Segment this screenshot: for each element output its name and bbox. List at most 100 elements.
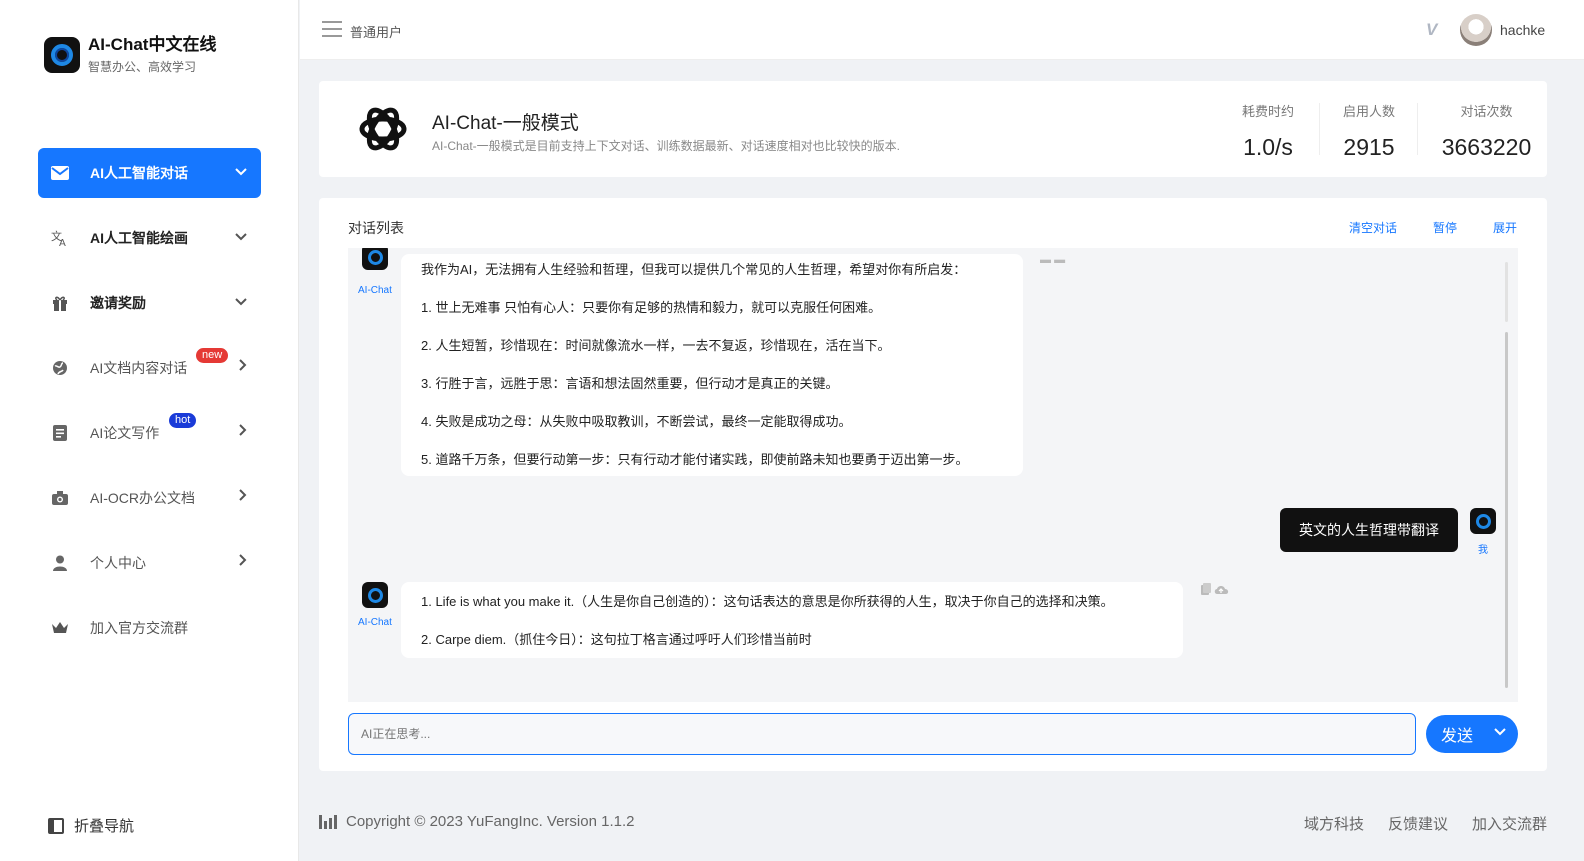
copy-icon[interactable] <box>1201 583 1211 595</box>
chevron-right-icon <box>239 359 247 374</box>
bot-avatar-icon <box>362 582 388 608</box>
model-card: AI-Chat-一般模式 AI-Chat-一般模式是目前支持上下文对话、训练数据… <box>319 81 1547 177</box>
chevron-down-icon <box>235 164 247 179</box>
message-line: 2. 人生短暂，珍惜现在：时间就像流水一样，一去不复返，珍惜现在，活在当下。 <box>421 338 891 353</box>
model-title: AI-Chat-一般模式 <box>432 113 579 134</box>
chat-messages-area[interactable]: AI-Chat 我作为AI，无法拥有人生经验和哲理，但我可以提供几个常见的人生哲… <box>348 248 1518 702</box>
sidebar-item-ai-chat[interactable]: AI人工智能对话 <box>38 148 261 198</box>
brand-logo-icon <box>44 36 80 73</box>
user-type-label: 普通用户 <box>350 25 403 40</box>
sidebar-item-doc-chat[interactable]: AI文档内容对话 new <box>38 343 261 393</box>
pause-button[interactable]: 暂停 <box>1433 219 1457 236</box>
message-line: 3. 行胜于言，远胜于思：言语和想法固然重要，但行动才是真正的关键。 <box>421 376 839 391</box>
top-header: 普通用户 V hachke <box>300 0 1584 60</box>
chevron-down-icon <box>235 294 247 309</box>
crown-icon <box>50 618 70 638</box>
chevron-down-icon[interactable] <box>1494 725 1506 739</box>
bot-message-bubble: 1. Life is what you make it.（人生是你自己创造的）：… <box>401 582 1183 658</box>
bar-chart-icon <box>319 814 337 829</box>
brand-title: AI-Chat中文在线 <box>88 35 217 54</box>
sidebar-item-ocr[interactable]: AI-OCR办公文档 <box>38 473 261 523</box>
sidebar-item-profile[interactable]: 个人中心 <box>38 538 261 588</box>
sidebar-item-label: AI-OCR办公文档 <box>90 490 195 506</box>
mail-icon <box>50 163 70 183</box>
stat-value: 3663220 <box>1441 134 1532 160</box>
bot-name: AI-Chat <box>358 285 392 296</box>
stat-cost: 耗费时约 1.0/s <box>1233 101 1303 161</box>
chevron-right-icon <box>239 424 247 439</box>
stat-divider <box>1319 103 1320 155</box>
bot-message-bubble: 我作为AI，无法拥有人生经验和哲理，但我可以提供几个常见的人生哲理，希望对你有所… <box>401 254 1023 476</box>
scrollbar-track <box>1505 262 1508 322</box>
chat-input[interactable] <box>348 713 1416 755</box>
message-line: 1. 世上无难事 只怕有心人：只要你有足够的热情和毅力，就可以克服任何困难。 <box>421 300 882 315</box>
sidebar-item-label: 邀请奖励 <box>90 295 146 311</box>
sidebar-item-label: 个人中心 <box>90 555 146 571</box>
send-button-label: 发送 <box>1441 728 1474 745</box>
chat-list-title: 对话列表 <box>348 220 404 236</box>
brand-subtitle: 智慧办公、高效学习 <box>88 60 197 74</box>
chevron-right-icon <box>239 489 247 504</box>
message-line: 1. Life is what you make it.（人生是你自己创造的）：… <box>421 594 1114 609</box>
footer-links: 域方科技 反馈建议 加入交流群 <box>1304 813 1547 834</box>
footer-link-join-group[interactable]: 加入交流群 <box>1472 813 1547 834</box>
hot-badge: hot <box>169 413 197 428</box>
message-line: 2. Carpe diem.（抓住今日）：这句拉丁格言通过呼吁人们珍惜当前时 <box>421 632 812 647</box>
stat-value: 1.0/s <box>1243 134 1293 160</box>
camera-icon <box>50 488 70 508</box>
cloud-upload-icon[interactable] <box>1214 586 1229 594</box>
user-avatar-icon <box>1470 508 1496 534</box>
user-message-bubble: 英文的人生哲理带翻译 <box>1280 508 1458 552</box>
sidebar-item-invite[interactable]: 邀请奖励 <box>38 278 261 328</box>
chat-actions: 清空对话 暂停 展开 <box>1349 219 1517 236</box>
person-icon <box>50 553 70 573</box>
sidebar: AI-Chat中文在线 智慧办公、高效学习 AI人工智能对话 文A AI人工智能… <box>0 0 299 861</box>
stat-divider <box>1417 103 1418 155</box>
message-tools: ▬ ▬ <box>1040 254 1065 266</box>
footer-link-feedback[interactable]: 反馈建议 <box>1388 813 1448 834</box>
sidebar-item-join-group[interactable]: 加入官方交流群 <box>38 603 261 653</box>
send-button[interactable]: 发送 <box>1426 715 1518 753</box>
vip-icon[interactable]: V <box>1426 20 1437 40</box>
stat-value: 2915 <box>1343 134 1395 160</box>
footer-link-company[interactable]: 域方科技 <box>1304 813 1364 834</box>
chat-input-row: 发送 <box>348 713 1518 755</box>
scrollbar-thumb[interactable] <box>1505 332 1508 688</box>
stat-label: 启用人数 <box>1342 104 1395 119</box>
sidebar-item-label: 加入官方交流群 <box>90 620 188 636</box>
expand-button[interactable]: 展开 <box>1493 219 1517 236</box>
new-badge: new <box>196 348 229 363</box>
sidebar-item-ai-drawing[interactable]: 文A AI人工智能绘画 <box>38 213 261 263</box>
chevron-down-icon <box>235 229 247 244</box>
copy-icon[interactable]: ▬ <box>1040 254 1051 266</box>
message-line: 我作为AI，无法拥有人生经验和哲理，但我可以提供几个常见的人生哲理，希望对你有所… <box>421 262 967 277</box>
chat-panel: 对话列表 清空对话 暂停 展开 AI-Chat 我作为AI，无法拥有人生经验和哲… <box>319 198 1547 771</box>
sidebar-menu: AI人工智能对话 文A AI人工智能绘画 邀请奖励 AI文档内容对话 new A… <box>38 148 261 668</box>
cloud-icon[interactable]: ▬ <box>1054 254 1065 266</box>
globe-icon <box>50 358 70 378</box>
model-description: AI-Chat-一般模式是目前支持上下文对话、训练数据最新、对话速度相对也比较快… <box>432 139 901 153</box>
collapse-nav-button[interactable]: 折叠导航 <box>48 815 134 836</box>
clear-chat-button[interactable]: 清空对话 <box>1349 219 1397 236</box>
avatar[interactable] <box>1460 14 1492 46</box>
brand[interactable]: AI-Chat中文在线 智慧办公、高效学习 <box>44 34 216 75</box>
sidebar-item-label: AI论文写作 <box>90 425 160 441</box>
username[interactable]: hachke <box>1500 22 1545 38</box>
message-line: 4. 失败是成功之母：从失败中吸取教训，不断尝试，最终一定能取得成功。 <box>421 414 852 429</box>
footer-copyright: Copyright © 2023 YuFangInc. Version 1.1.… <box>319 813 634 830</box>
message-tools <box>1199 583 1231 600</box>
stat-label: 对话次数 <box>1460 104 1513 119</box>
sidebar-item-paper-writing[interactable]: AI论文写作 hot <box>38 408 261 458</box>
copyright-text: Copyright © 2023 YuFangInc. Version 1.1.… <box>346 813 635 830</box>
gift-icon <box>50 293 70 313</box>
svg-text:A: A <box>59 238 66 247</box>
collapse-nav-label: 折叠导航 <box>74 818 135 835</box>
me-name: 我 <box>1478 545 1488 556</box>
sidebar-item-label: AI人工智能对话 <box>90 165 188 181</box>
openai-logo-icon <box>359 107 407 151</box>
document-icon <box>50 423 70 443</box>
sidebar-item-label: AI文档内容对话 <box>90 360 188 376</box>
menu-toggle-icon[interactable] <box>322 21 342 42</box>
translate-icon: 文A <box>50 228 70 248</box>
chevron-right-icon <box>239 554 247 569</box>
